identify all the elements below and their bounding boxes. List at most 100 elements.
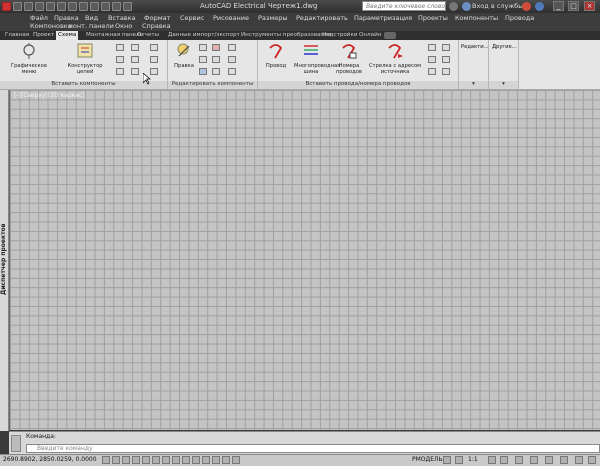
copy-component-icon[interactable] [228, 44, 236, 51]
menu-draw[interactable]: Рисование [213, 14, 249, 22]
lock-icon[interactable] [530, 456, 538, 464]
insert-component-5-icon[interactable] [131, 56, 139, 63]
previous-icon[interactable] [101, 2, 110, 11]
align-icon[interactable] [199, 56, 207, 63]
wire-numbers-button[interactable]: Номера проводов [334, 42, 364, 75]
menu-parametric[interactable]: Параметризация [354, 14, 412, 22]
wire-tool-3-icon[interactable] [428, 56, 436, 63]
menu-modify[interactable]: Редактировать [296, 14, 348, 22]
infer-constraints-icon[interactable] [102, 456, 110, 464]
wire-tool-icon[interactable] [428, 44, 436, 51]
menu-panel-layout[interactable]: Компоновка [30, 22, 72, 30]
wire-button[interactable]: Провод [262, 42, 290, 69]
insert-component-2-icon[interactable] [131, 44, 139, 51]
drawing-canvas[interactable] [9, 90, 600, 430]
object-snap-icon[interactable] [152, 456, 160, 464]
tab-schematic[interactable]: Схема [56, 31, 79, 40]
command-input[interactable]: Введите команду [26, 444, 600, 453]
maximize-button[interactable]: □ [568, 1, 579, 11]
menu-help[interactable]: Справка [142, 22, 171, 30]
project-manager-palette[interactable]: Диспетчер проектов [0, 90, 9, 431]
tab-conversion-tools[interactable]: Инструменты преобразования [239, 31, 333, 40]
wire-tool-4-icon[interactable] [442, 56, 450, 63]
menu-file[interactable]: Файл [30, 14, 48, 22]
edit-wires-label[interactable]: Редакти... [461, 44, 489, 50]
quick-properties-icon[interactable] [222, 456, 230, 464]
edit-wires-panel-expander[interactable]: ▾ [459, 81, 488, 89]
ortho-mode-icon[interactable] [132, 456, 140, 464]
clean-screen-icon[interactable] [575, 456, 583, 464]
insert-wires-panel-title[interactable]: Вставить провода/номера проводов [258, 81, 458, 89]
move-component-icon[interactable] [212, 44, 220, 51]
coordinates-readout[interactable]: 2690.8902, 2850.0259, 0.0000 [3, 456, 97, 463]
viewport-controls[interactable]: [-][Сверху][2D каркас] [14, 92, 85, 99]
command-window-grip-icon[interactable] [11, 435, 21, 452]
project-icon[interactable] [90, 2, 99, 11]
menu-view[interactable]: Вид [85, 14, 98, 22]
menu-window[interactable]: Окно [115, 22, 132, 30]
insert-component-9-icon[interactable] [150, 68, 158, 75]
dynamic-ucs-icon[interactable] [182, 456, 190, 464]
delete-component-icon[interactable] [199, 44, 207, 51]
menu-tools[interactable]: Сервис [180, 14, 204, 22]
save-icon[interactable] [35, 2, 44, 11]
menu-edit[interactable]: Правка [54, 14, 79, 22]
wire-tool-6-icon[interactable] [442, 68, 450, 75]
menu-dimension[interactable]: Размеры [258, 14, 288, 22]
redo-icon[interactable] [68, 2, 77, 11]
user-icon[interactable] [462, 2, 471, 11]
toggle-no-nc-icon[interactable] [212, 68, 220, 75]
attribute-icon[interactable] [228, 56, 236, 63]
hardware-acceleration-icon[interactable] [545, 456, 553, 464]
plot-icon[interactable] [79, 2, 88, 11]
other-panel-expander[interactable]: ▾ [489, 81, 518, 89]
insert-component-7-icon[interactable] [116, 68, 124, 75]
scoot-icon[interactable] [212, 56, 220, 63]
sign-in-link[interactable]: Вход в службы [472, 2, 523, 10]
menu-components[interactable]: Компоненты [455, 14, 498, 22]
annotation-scale[interactable]: 1:1 [468, 456, 478, 463]
app-menu-icon[interactable] [2, 2, 11, 11]
menu-panel-layout-2[interactable]: монт. панели [68, 22, 114, 30]
insert-component-4-icon[interactable] [116, 56, 124, 63]
insert-components-panel-title[interactable]: Вставить компоненты [0, 81, 167, 89]
auto-scale-icon[interactable] [500, 456, 508, 464]
customization-icon[interactable] [588, 456, 596, 464]
dynamic-input-icon[interactable] [192, 456, 200, 464]
other-label[interactable]: Другие... [492, 44, 517, 50]
object-snap-tracking-icon[interactable] [172, 456, 180, 464]
help-icon[interactable] [535, 2, 544, 11]
source-arrow-button[interactable]: Стрелка с адресом источника [368, 42, 422, 75]
snap-mode-icon[interactable] [112, 456, 120, 464]
model-space-button[interactable]: РМОДЕЛЬ [412, 456, 443, 463]
customize-qat-icon[interactable] [123, 2, 132, 11]
polar-tracking-icon[interactable] [142, 456, 150, 464]
quick-view-drawings-icon[interactable] [455, 456, 463, 464]
tab-import-export[interactable]: Данные импорт/экспорт [166, 31, 242, 40]
insert-component-8-icon[interactable] [131, 68, 139, 75]
wire-tool-5-icon[interactable] [428, 68, 436, 75]
workspace-switch-icon[interactable] [515, 456, 523, 464]
menu-wires[interactable]: Провода [505, 14, 534, 22]
insert-component-icon[interactable] [116, 44, 124, 51]
graphic-menu-button[interactable]: Графическое меню [4, 42, 54, 75]
open-icon[interactable] [24, 2, 33, 11]
3d-object-snap-icon[interactable] [162, 456, 170, 464]
transparency-icon[interactable] [212, 456, 220, 464]
new-icon[interactable] [13, 2, 22, 11]
edit-button[interactable]: Правка [172, 42, 196, 69]
search-icon[interactable] [449, 2, 458, 11]
menu-insert[interactable]: Вставка [108, 14, 136, 22]
close-button[interactable]: × [584, 1, 595, 11]
tab-project[interactable]: Проект [31, 31, 56, 40]
menu-format[interactable]: Формат [144, 14, 170, 22]
menu-projects[interactable]: Проекты [418, 14, 448, 22]
undo-icon[interactable] [57, 2, 66, 11]
annotation-visibility-icon[interactable] [488, 456, 496, 464]
insert-component-3-icon[interactable] [150, 44, 158, 51]
exchange-icon[interactable] [522, 2, 531, 11]
quick-view-layouts-icon[interactable] [443, 456, 451, 464]
multiwire-bus-button[interactable]: Многопроводная шина [294, 42, 340, 75]
retag-icon[interactable] [199, 68, 207, 75]
ribbon-toggle-icon[interactable] [384, 32, 396, 39]
